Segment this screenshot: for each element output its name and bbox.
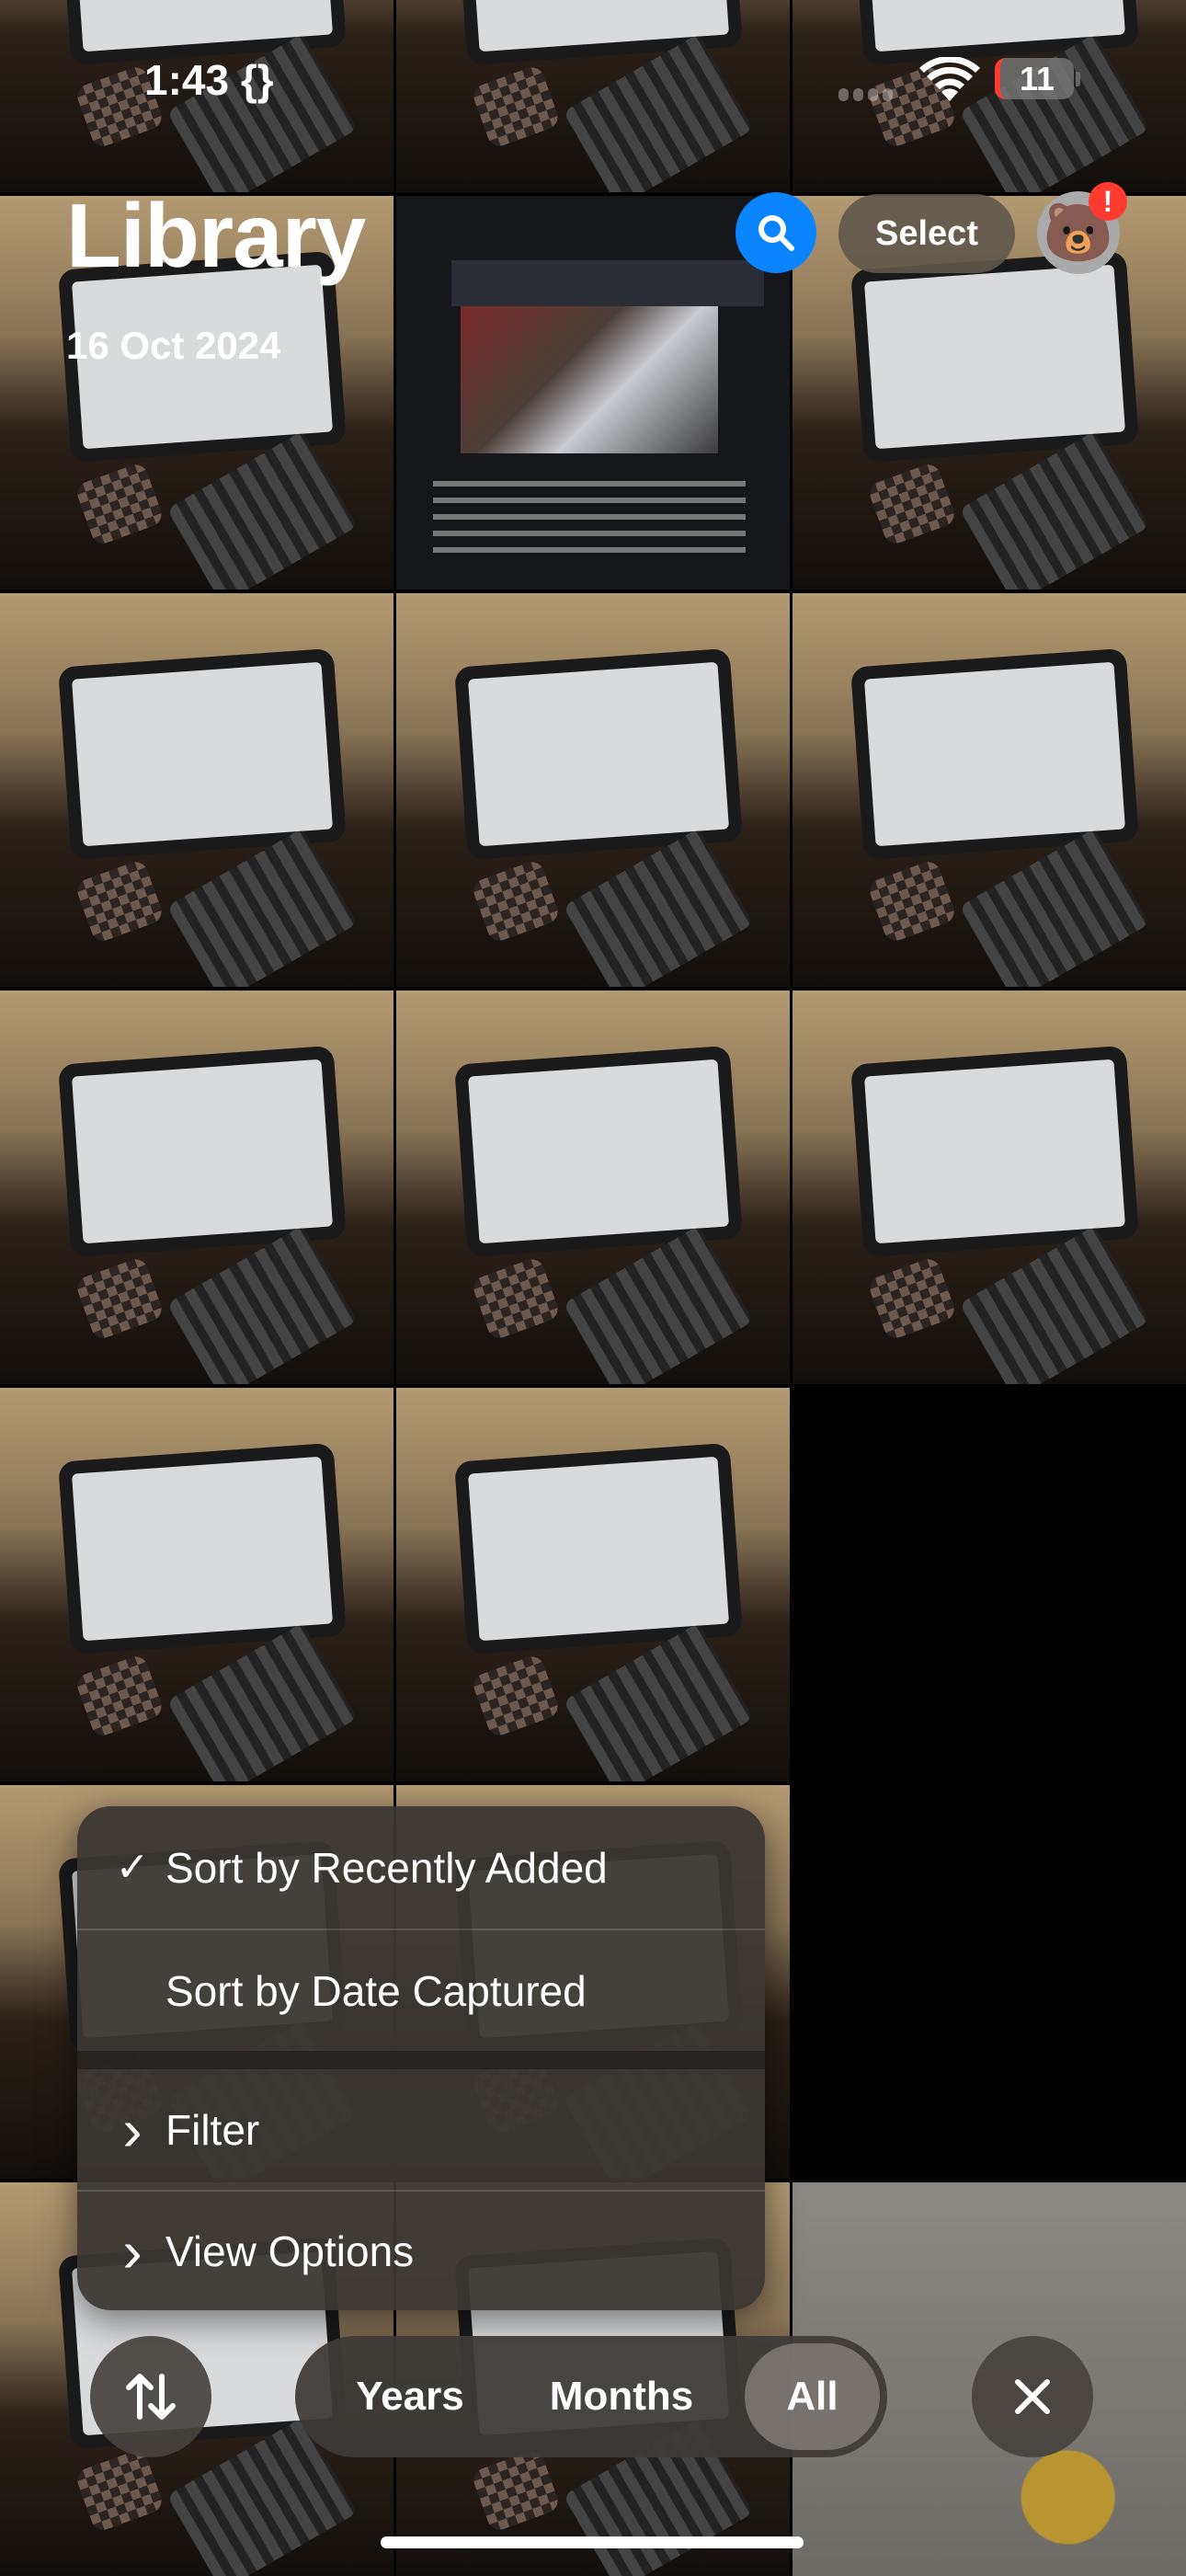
chevron-right-icon: › — [122, 2096, 143, 2163]
segment-all[interactable]: All — [745, 2343, 880, 2450]
select-button[interactable]: Select — [838, 194, 1015, 273]
wifi-icon — [919, 57, 980, 101]
photo-thumbnail[interactable] — [793, 990, 1186, 1384]
home-indicator[interactable] — [381, 2536, 804, 2548]
chevron-right-icon: › — [122, 2217, 143, 2284]
view-segmented-control: Years Months All — [295, 2336, 887, 2457]
photo-thumbnail[interactable] — [396, 593, 790, 987]
alert-badge: ! — [1089, 182, 1127, 221]
page-title: Library — [66, 185, 366, 286]
segment-months[interactable]: Months — [516, 2336, 727, 2457]
photo-thumbnail[interactable] — [0, 1388, 393, 1781]
photo-thumbnail[interactable] — [396, 1388, 790, 1781]
photo-thumbnail[interactable] — [0, 990, 393, 1384]
close-button[interactable] — [972, 2336, 1093, 2457]
photo-thumbnail[interactable] — [793, 1785, 1186, 2179]
menu-item-sort-recently-added[interactable]: ✓ Sort by Recently Added — [77, 1806, 765, 1929]
sort-arrows-icon — [126, 2374, 176, 2420]
section-date: 16 Oct 2024 — [66, 324, 281, 367]
close-icon — [1015, 2379, 1050, 2414]
photo-thumbnail[interactable] — [793, 1388, 1186, 1781]
photo-thumbnail[interactable] — [0, 593, 393, 987]
status-bar: 1:43 {} 11 — [0, 0, 1186, 156]
status-time: 1:43 {} — [144, 56, 274, 104]
photo-thumbnail[interactable] — [396, 990, 790, 1384]
sort-menu: ✓ Sort by Recently Added Sort by Date Ca… — [77, 1806, 765, 2310]
menu-item-view-options[interactable]: › View Options — [77, 2192, 765, 2310]
checkmark-icon: ✓ — [115, 1845, 150, 1890]
menu-item-sort-date-captured[interactable]: Sort by Date Captured — [77, 1930, 765, 2051]
search-icon — [758, 215, 794, 251]
photo-thumbnail[interactable] — [793, 593, 1186, 987]
segment-years[interactable]: Years — [332, 2336, 488, 2457]
search-button[interactable] — [736, 192, 816, 273]
battery-icon: 11 — [995, 58, 1074, 99]
battery-tip — [1076, 72, 1080, 86]
signal-dots-icon — [838, 88, 893, 101]
menu-item-filter[interactable]: › Filter — [77, 2069, 765, 2190]
photo-thumbnail[interactable] — [396, 196, 790, 590]
section-divider — [77, 2051, 765, 2069]
sort-button[interactable] — [90, 2336, 211, 2457]
